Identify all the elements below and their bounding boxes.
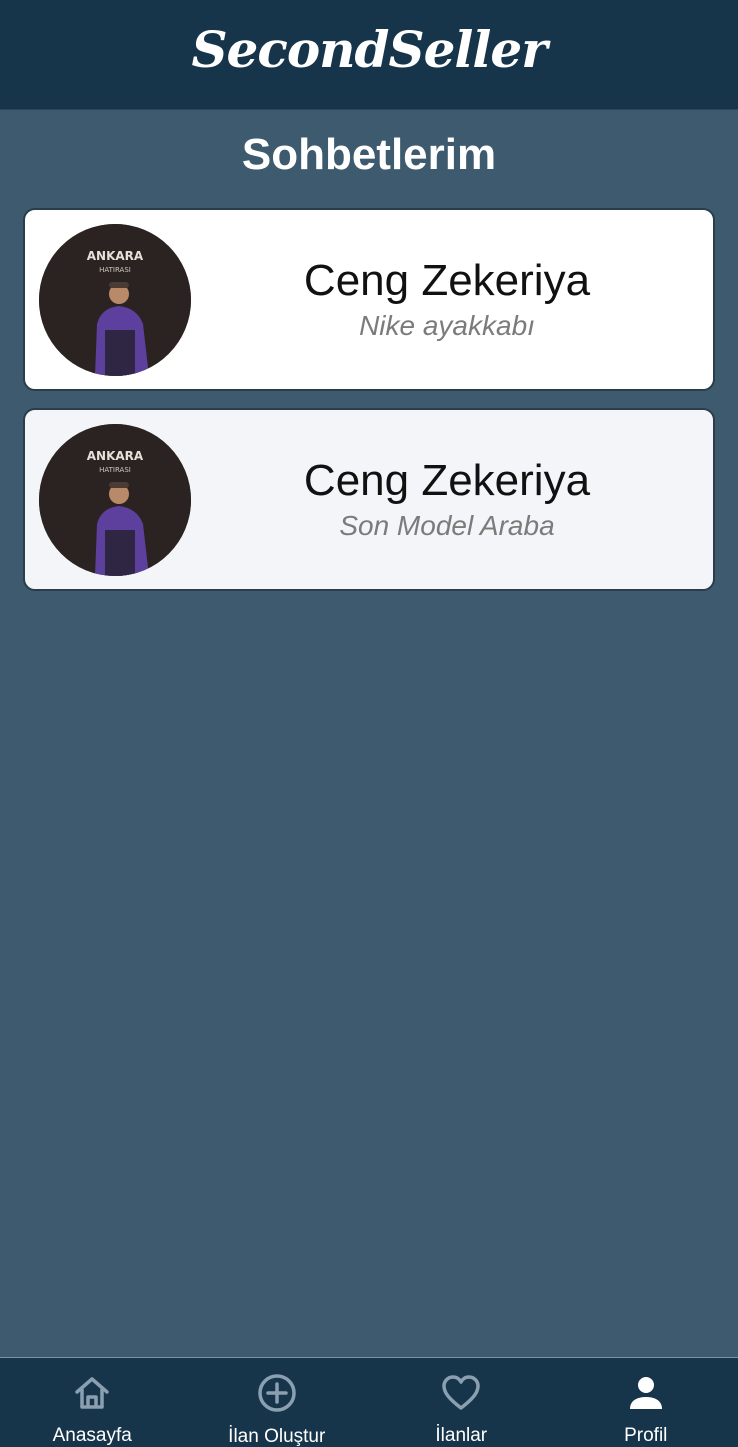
person-icon [624,1372,668,1413]
nav-item-listings[interactable]: İlanlar [369,1358,554,1447]
chat-text: Ceng Zekeriya Nike ayakkabı [191,256,713,341]
app-logo: SecondSeller [191,20,547,79]
avatar: ANKARA HATIRASI [39,223,191,376]
avatar: ANKARA HATIRASI [39,423,191,576]
nav-label: İlan Oluştur [228,1426,326,1447]
app-root: SecondSeller Sohbetlerim ANKARA HATIRASI… [0,0,738,1447]
chat-user-name: Ceng Zekeriya [303,256,591,306]
chat-list-item[interactable]: ANKARA HATIRASI Ceng Zekeriya Son Model … [23,408,715,591]
avatar-backdrop-subtext: HATIRASI [99,266,131,274]
avatar-backdrop-text: ANKARA [87,249,144,263]
nav-label: Anasayfa [52,1425,132,1446]
add-circle-icon [255,1372,299,1414]
nav-label: İlanlar [435,1425,488,1446]
avatar-backdrop-subtext: HATIRASI [99,466,131,474]
nav-label: Profil [624,1425,668,1446]
avatar-backdrop-text: ANKARA [87,449,144,463]
home-icon [70,1372,114,1413]
top-app-bar: SecondSeller [0,0,738,110]
chat-product-title: Nike ayakkabı [359,309,535,341]
nav-item-create-listing[interactable]: İlan Oluştur [185,1358,370,1447]
heart-icon [439,1372,483,1413]
bottom-navigation: Anasayfa İlan Oluştur İlanlar Profil [0,1357,738,1447]
nav-item-home[interactable]: Anasayfa [0,1358,185,1447]
page-title: Sohbetlerim [241,130,497,179]
chat-product-title: Son Model Araba [339,509,555,541]
chat-list: ANKARA HATIRASI Ceng Zekeriya Nike ayakk… [23,208,715,608]
nav-item-profile[interactable]: Profil [554,1358,738,1447]
chat-user-name: Ceng Zekeriya [303,456,591,506]
chat-list-item[interactable]: ANKARA HATIRASI Ceng Zekeriya Nike ayakk… [23,208,715,391]
chat-text: Ceng Zekeriya Son Model Araba [191,456,713,541]
